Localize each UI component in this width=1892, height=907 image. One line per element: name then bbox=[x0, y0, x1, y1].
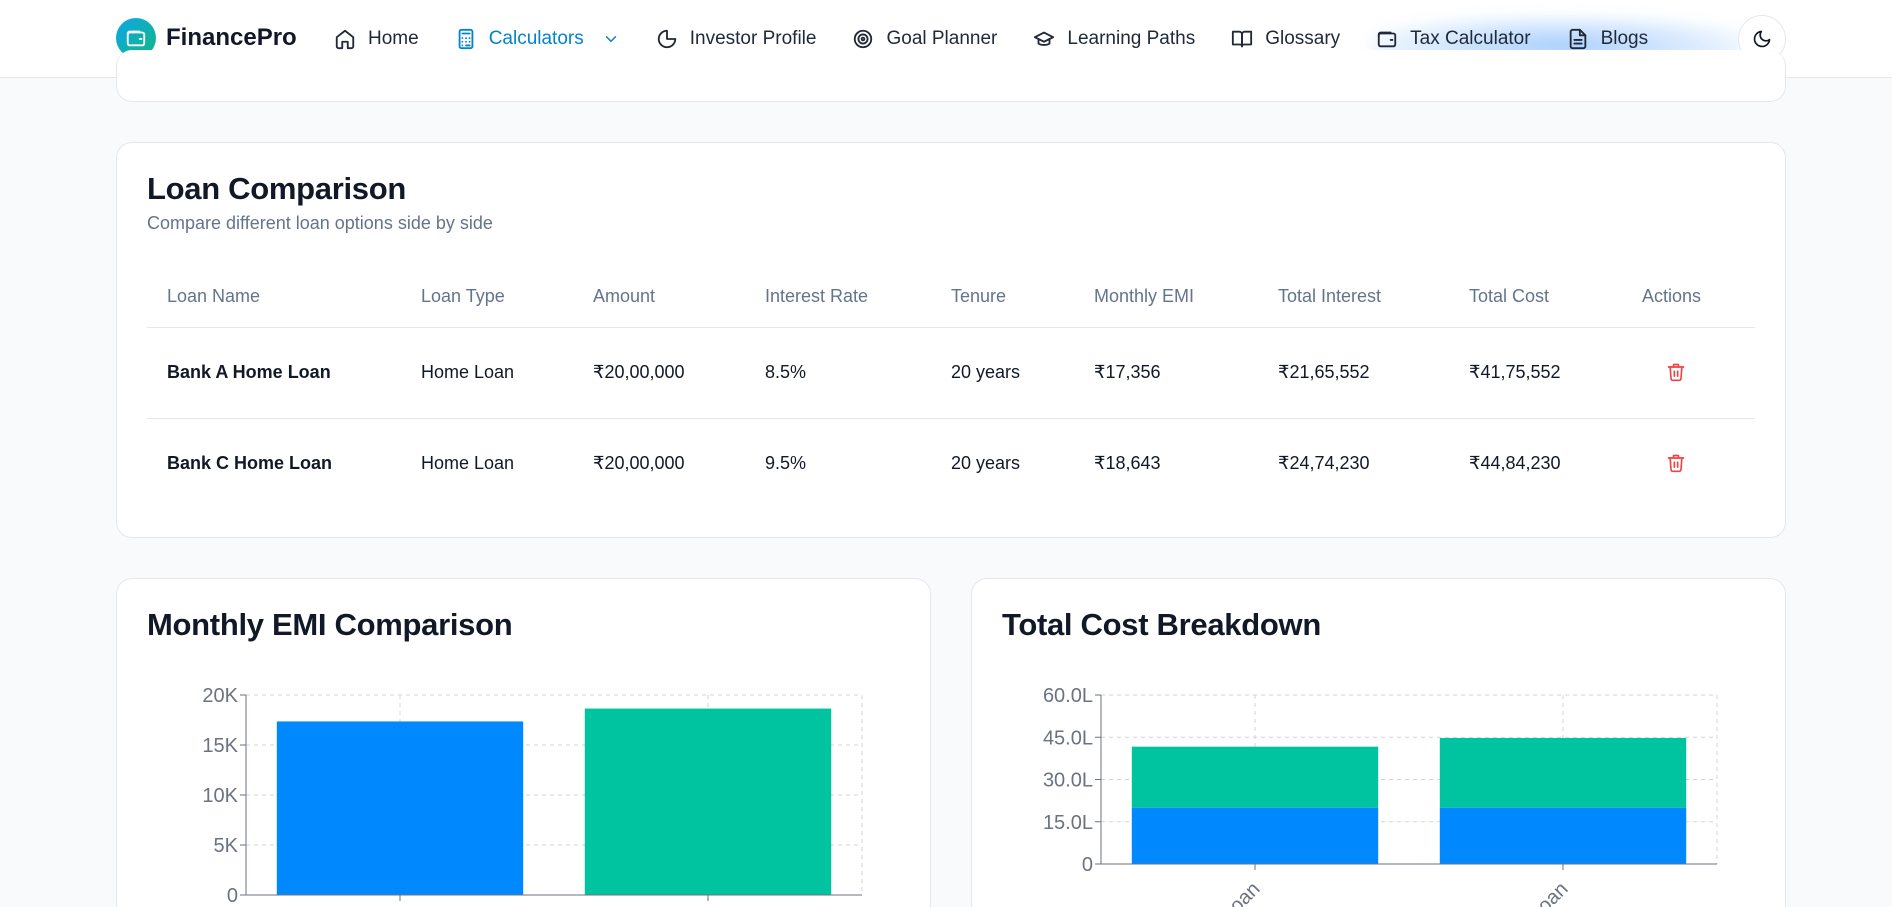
column-header: Interest Rate bbox=[745, 267, 931, 328]
delete-loan-button[interactable] bbox=[1662, 358, 1690, 386]
loan-comparison-table: Loan Name Loan Type Amount Interest Rate… bbox=[147, 267, 1755, 509]
emi-chart-card: Monthly EMI Comparison 0 5K 10K 15K 20K bbox=[116, 578, 931, 907]
tenure-cell: 20 years bbox=[931, 327, 1074, 419]
wallet-icon bbox=[1378, 31, 1397, 48]
total-cost-cell: ₹44,84,230 bbox=[1469, 453, 1561, 474]
y-tick-label: 15.0L bbox=[1043, 812, 1093, 834]
bar bbox=[584, 708, 832, 895]
cost-stacked-bar-chart: 0 15.0L 30.0L 45.0L 60.0L Loan Loan bbox=[1043, 685, 1718, 907]
nav-item-label: Glossary bbox=[1265, 28, 1341, 49]
stacked-bar-segment bbox=[1131, 746, 1379, 808]
stacked-bar-segment bbox=[1439, 737, 1687, 808]
total-interest-cell: ₹21,65,552 bbox=[1258, 327, 1449, 419]
monthly-emi-cell: ₹17,356 bbox=[1074, 327, 1258, 419]
delete-loan-button[interactable] bbox=[1662, 449, 1690, 477]
actions-cell bbox=[1622, 418, 1755, 509]
table-row: Bank C Home Loan Home Loan ₹20,00,000 9.… bbox=[147, 418, 1755, 509]
column-header: Total Cost bbox=[1449, 267, 1622, 328]
nav-item-label: Blogs bbox=[1600, 28, 1649, 49]
x-tick-label: Loan bbox=[1218, 878, 1265, 907]
loan-type-cell: Home Loan bbox=[421, 453, 515, 474]
actions-cell bbox=[1622, 327, 1755, 419]
trash-icon bbox=[1667, 363, 1685, 382]
loan-comparison-card: Loan Comparison Compare different loan o… bbox=[116, 142, 1786, 538]
total-interest-cell: ₹24,74,230 bbox=[1278, 453, 1370, 474]
y-tick-label: 0 bbox=[227, 885, 238, 907]
y-tick-label: 20K bbox=[202, 685, 238, 707]
nav-item-label: Tax Calculator bbox=[1410, 28, 1531, 49]
loan-name-cell: Bank A Home Loan bbox=[147, 327, 401, 419]
emi-bar-chart: 0 5K 10K 15K 20K bbox=[202, 685, 863, 907]
y-tick-label: 0 bbox=[1082, 854, 1093, 876]
bar bbox=[276, 721, 524, 895]
interest-rate-cell: 8.5% bbox=[745, 327, 931, 419]
cost-chart-card: Total Cost Breakdown 0 15.0L 30.0L 45.0L 60.… bbox=[971, 578, 1786, 907]
y-tick-label: 60.0L bbox=[1043, 685, 1093, 707]
stacked-bar-segment bbox=[1439, 807, 1687, 864]
nav-item-label: Calculators bbox=[488, 28, 584, 49]
y-tick-label: 15K bbox=[202, 735, 238, 757]
trash-icon bbox=[1667, 454, 1685, 473]
previous-card-bottom bbox=[116, 50, 1786, 102]
y-tick-label: 45.0L bbox=[1043, 727, 1093, 749]
total-cost-cell: ₹41,75,552 bbox=[1449, 327, 1622, 419]
column-header: Total Interest bbox=[1258, 267, 1449, 328]
nav-item-label: Investor Profile bbox=[689, 28, 817, 49]
table-header-row: Loan Name Loan Type Amount Interest Rate… bbox=[147, 267, 1755, 328]
monthly-emi-cell: ₹18,643 bbox=[1094, 453, 1161, 474]
column-header: Loan Name bbox=[147, 267, 401, 328]
amount-cell: ₹20,00,000 bbox=[573, 327, 745, 419]
nav-item-label: Goal Planner bbox=[886, 28, 998, 49]
amount-cell: ₹20,00,000 bbox=[593, 453, 685, 474]
column-header: Tenure bbox=[931, 267, 1074, 328]
file-text-icon bbox=[1569, 28, 1586, 50]
loan-name-cell: Bank C Home Loan bbox=[167, 453, 333, 474]
target-icon bbox=[854, 29, 873, 49]
y-tick-label: 10K bbox=[202, 785, 238, 807]
pie-chart-icon bbox=[657, 29, 676, 49]
column-header: Monthly EMI bbox=[1074, 267, 1258, 328]
nav-item-label: Learning Paths bbox=[1067, 28, 1196, 49]
interest-rate-cell: 9.5% bbox=[765, 453, 807, 474]
table-row: Bank A Home Loan Home Loan ₹20,00,000 8.… bbox=[147, 327, 1755, 419]
column-header: Actions bbox=[1622, 267, 1755, 328]
loan-comparison-subtitle: Compare different loan options side by s… bbox=[147, 213, 493, 233]
calculator-icon bbox=[458, 28, 474, 50]
book-icon bbox=[1232, 30, 1253, 48]
home-icon bbox=[335, 29, 355, 50]
loan-type-cell: Home Loan bbox=[401, 327, 573, 419]
y-tick-label: 5K bbox=[214, 835, 239, 857]
graduation-cap-icon bbox=[1034, 31, 1055, 46]
stacked-bar-segment bbox=[1131, 807, 1379, 864]
tenure-cell: 20 years bbox=[951, 453, 1021, 474]
column-header: Loan Type bbox=[401, 267, 573, 328]
y-tick-label: 30.0L bbox=[1043, 770, 1093, 792]
loan-comparison-title: Loan Comparison bbox=[147, 171, 407, 206]
column-header: Amount bbox=[573, 267, 745, 328]
x-tick-label: Loan bbox=[1526, 878, 1573, 907]
brand-name: FinancePro bbox=[166, 24, 297, 51]
nav-item-label: Home bbox=[368, 28, 419, 49]
chevron-down-icon[interactable] bbox=[602, 30, 620, 48]
moon-icon bbox=[1753, 30, 1771, 48]
